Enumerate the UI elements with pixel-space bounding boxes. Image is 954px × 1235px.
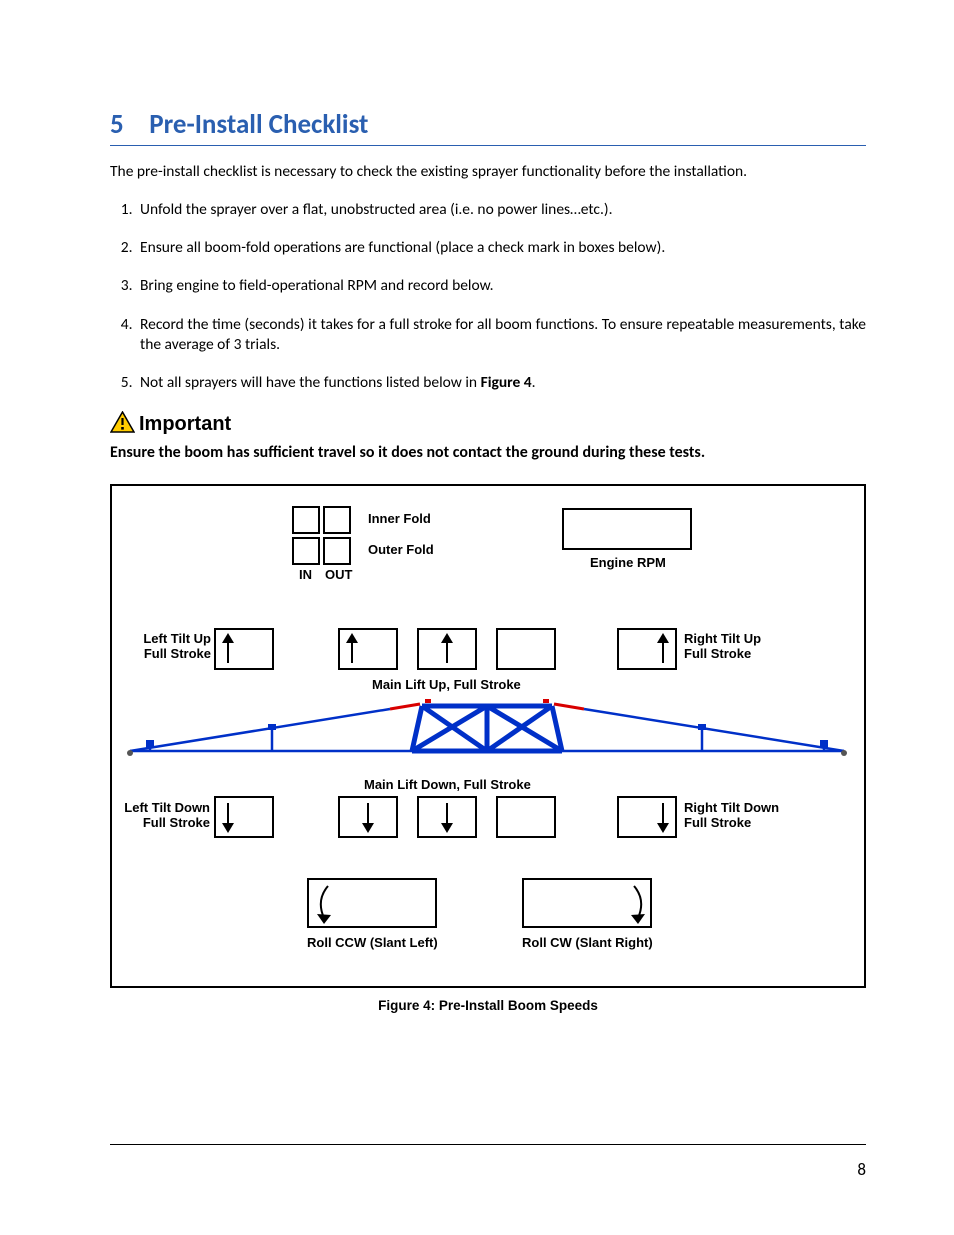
checklist: Unfold the sprayer over a flat, unobstru… bbox=[110, 200, 866, 393]
arrow-up-icon bbox=[654, 633, 672, 665]
label-left-tilt-up: Left Tilt UpFull Stroke bbox=[133, 632, 211, 662]
label-right-tilt-down: Right Tilt DownFull Stroke bbox=[684, 801, 779, 831]
arrow-down-icon bbox=[219, 801, 237, 833]
important-label: Important bbox=[139, 413, 231, 436]
label-main-lift-down: Main Lift Down, Full Stroke bbox=[364, 778, 531, 793]
label-right-tilt-up: Right Tilt UpFull Stroke bbox=[684, 632, 761, 662]
arrow-up-icon bbox=[219, 633, 237, 665]
arrow-up-icon bbox=[343, 633, 361, 665]
arrow-ccw-icon bbox=[312, 882, 336, 924]
arrow-up-icon bbox=[438, 633, 456, 665]
label-out: OUT bbox=[325, 568, 352, 583]
checkbox-inner-fold-in[interactable] bbox=[292, 506, 320, 534]
boom-schematic bbox=[122, 691, 852, 776]
label-roll-ccw: Roll CCW (Slant Left) bbox=[307, 936, 438, 951]
input-main-lift-down-3[interactable] bbox=[496, 796, 556, 838]
input-engine-rpm[interactable] bbox=[562, 508, 692, 550]
section-heading: 5 Pre-Install Checklist bbox=[110, 108, 866, 146]
list-item: Record the time (seconds) it takes for a… bbox=[136, 315, 866, 355]
figure-boom-speeds: Inner Fold Outer Fold IN OUT Engine RPM … bbox=[110, 484, 866, 988]
important-heading: Important bbox=[110, 411, 866, 438]
checkbox-outer-fold-in[interactable] bbox=[292, 537, 320, 565]
arrow-cw-icon bbox=[626, 882, 650, 924]
input-main-lift-up-3[interactable] bbox=[496, 628, 556, 670]
label-roll-cw: Roll CW (Slant Right) bbox=[522, 936, 653, 951]
label-left-tilt-down: Left Tilt DownFull Stroke bbox=[118, 801, 210, 831]
figure-reference: Figure 4 bbox=[481, 373, 532, 392]
chapter-number: 5 bbox=[110, 108, 124, 141]
label-outer-fold: Outer Fold bbox=[368, 543, 434, 558]
figure-caption: Figure 4: Pre-Install Boom Speeds bbox=[110, 998, 866, 1013]
chapter-title: Pre-Install Checklist bbox=[149, 108, 368, 141]
checkbox-outer-fold-out[interactable] bbox=[323, 537, 351, 565]
page-number: 8 bbox=[857, 1159, 866, 1180]
arrow-down-icon bbox=[359, 801, 377, 833]
list-item: Not all sprayers will have the functions… bbox=[136, 373, 866, 393]
list-item: Bring engine to field-operational RPM an… bbox=[136, 276, 866, 296]
label-in: IN bbox=[299, 568, 312, 583]
warning-icon bbox=[110, 411, 135, 438]
important-text: Ensure the boom has sufficient travel so… bbox=[110, 442, 866, 464]
arrow-down-icon bbox=[654, 801, 672, 833]
label-engine-rpm: Engine RPM bbox=[590, 556, 666, 571]
footer-rule bbox=[110, 1144, 866, 1145]
checkbox-inner-fold-out[interactable] bbox=[323, 506, 351, 534]
list-item: Unfold the sprayer over a flat, unobstru… bbox=[136, 200, 866, 220]
label-inner-fold: Inner Fold bbox=[368, 512, 431, 527]
list-item: Ensure all boom-fold operations are func… bbox=[136, 238, 866, 258]
intro-paragraph: The pre-install checklist is necessary t… bbox=[110, 162, 866, 182]
list-item-text: Not all sprayers will have the functions… bbox=[140, 373, 481, 392]
list-item-text-end: . bbox=[532, 373, 536, 392]
arrow-down-icon bbox=[438, 801, 456, 833]
